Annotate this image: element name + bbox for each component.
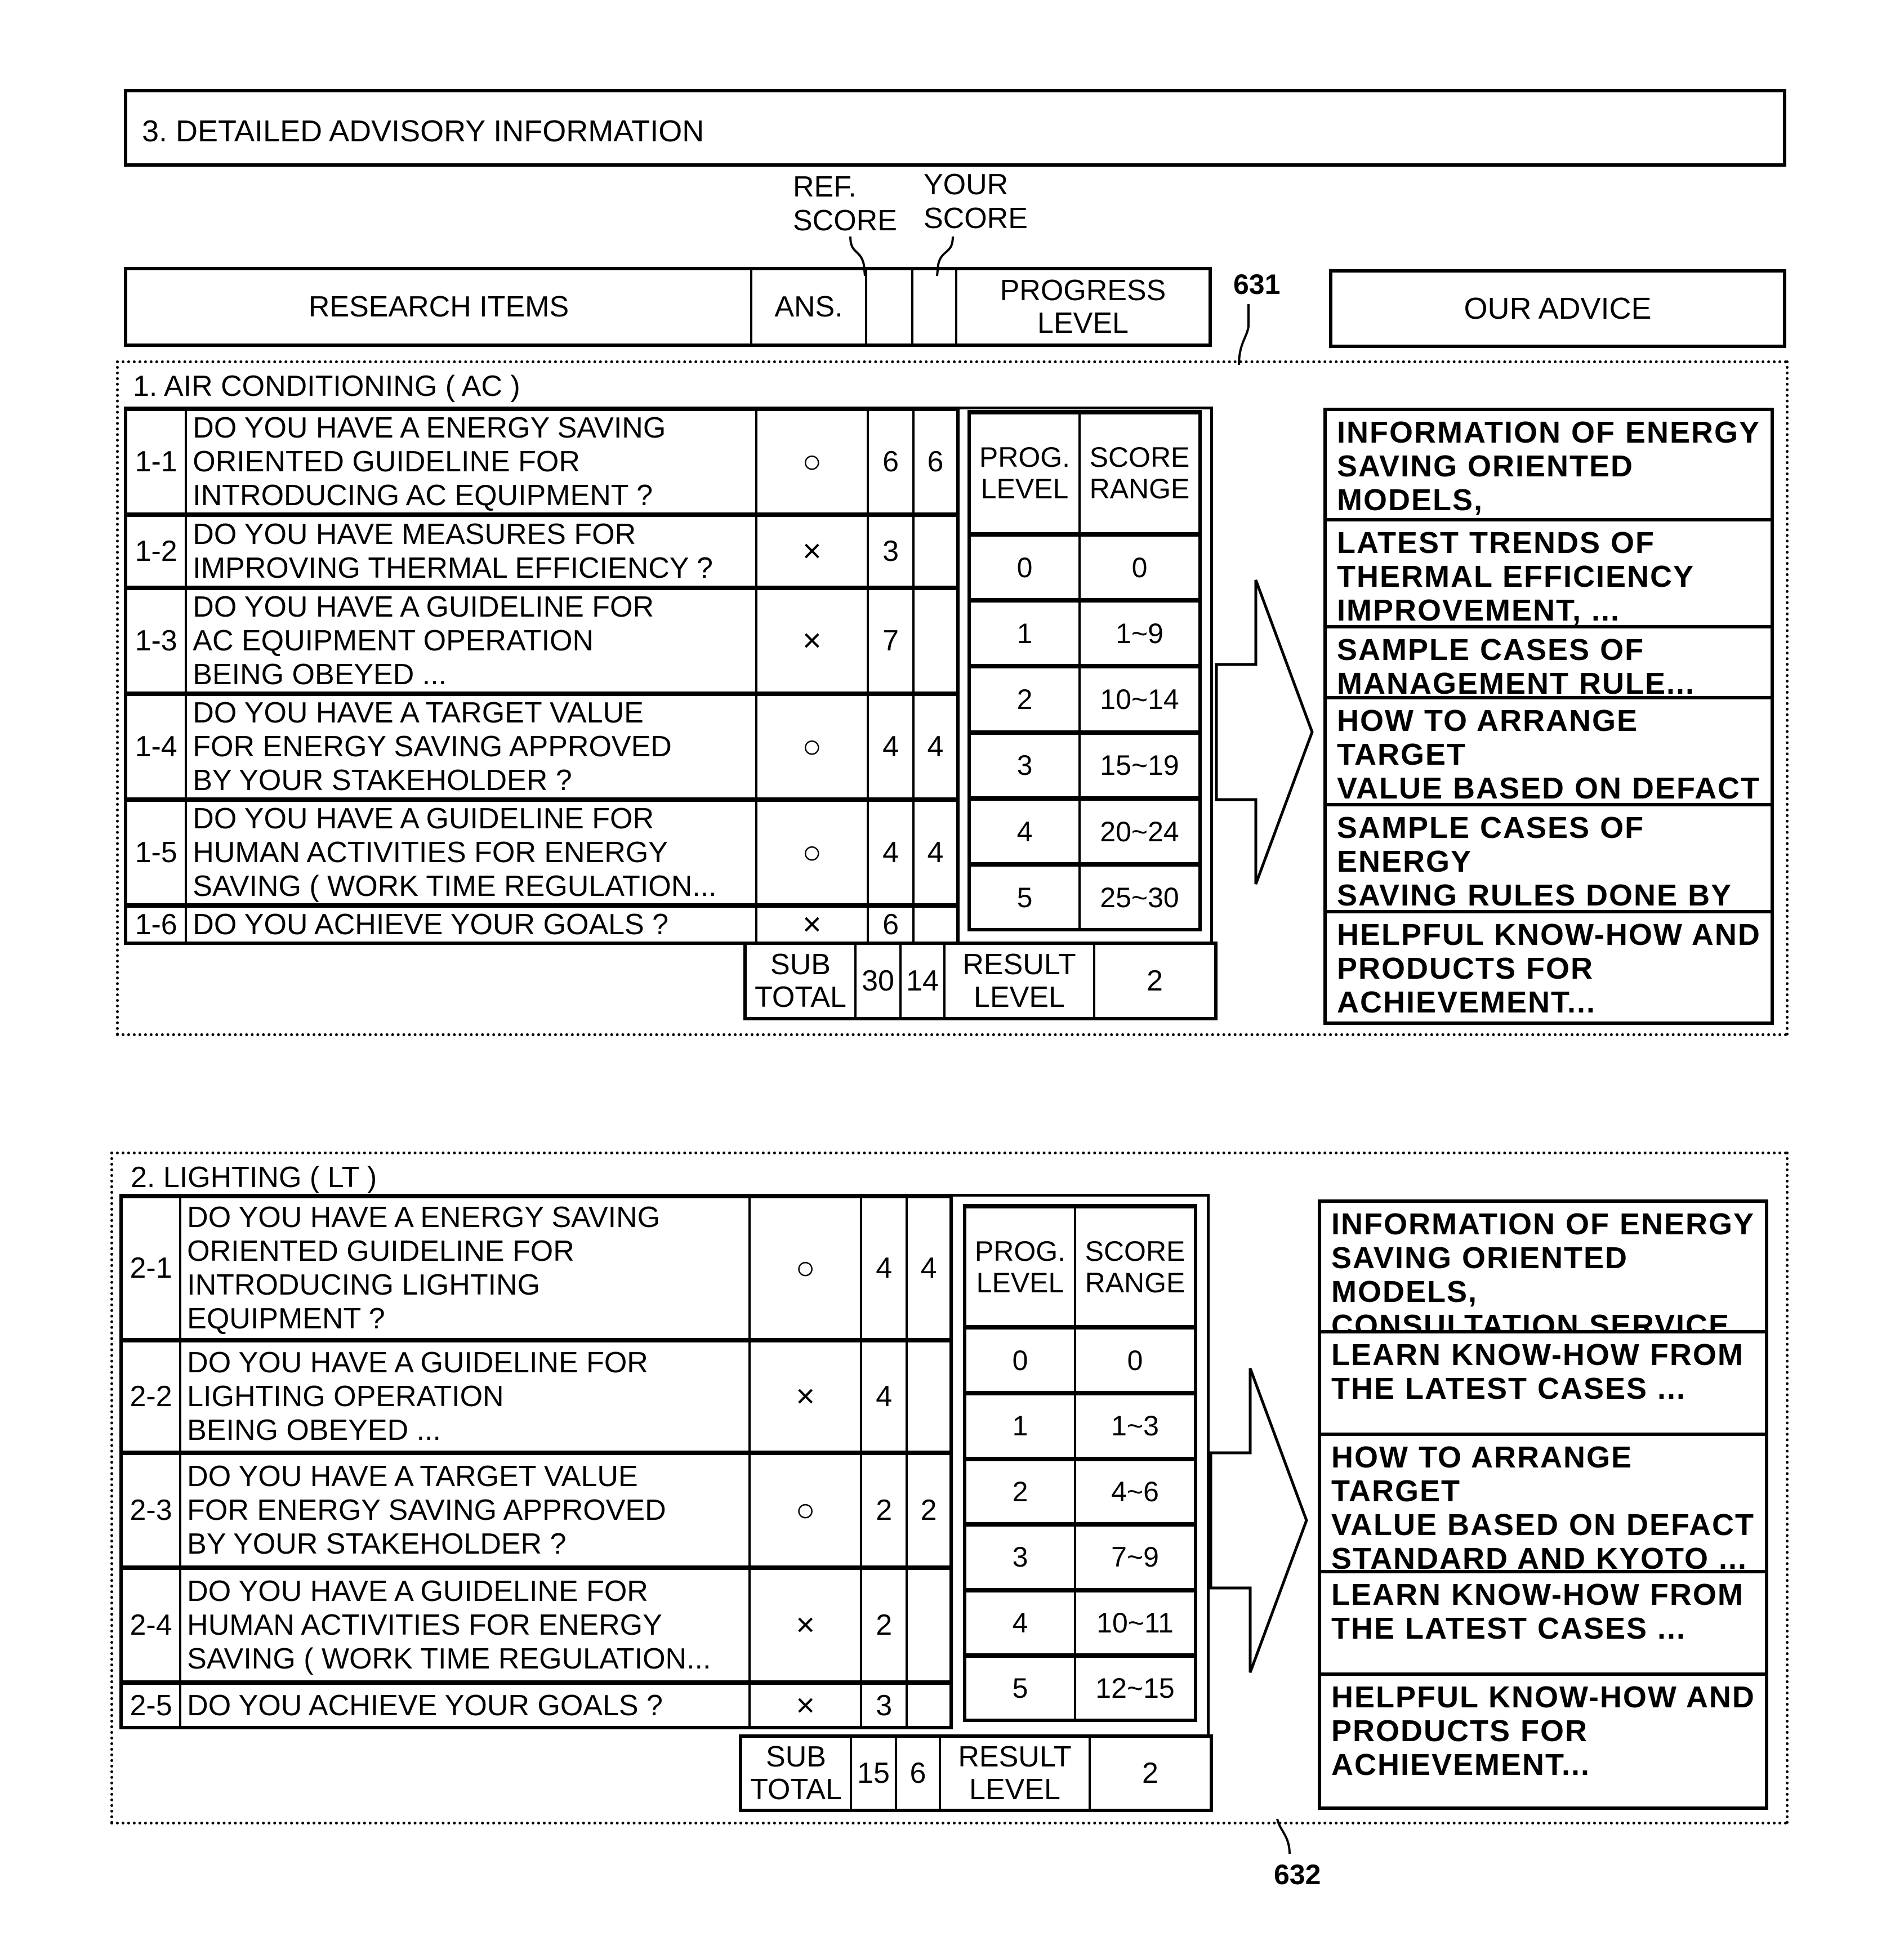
ref-score-leader-line	[849, 236, 866, 276]
connector-overlay	[849, 236, 1291, 1854]
leader-line-632	[1276, 1818, 1291, 1854]
leader-line-631	[1238, 304, 1250, 365]
your-score-leader-line	[936, 236, 954, 276]
